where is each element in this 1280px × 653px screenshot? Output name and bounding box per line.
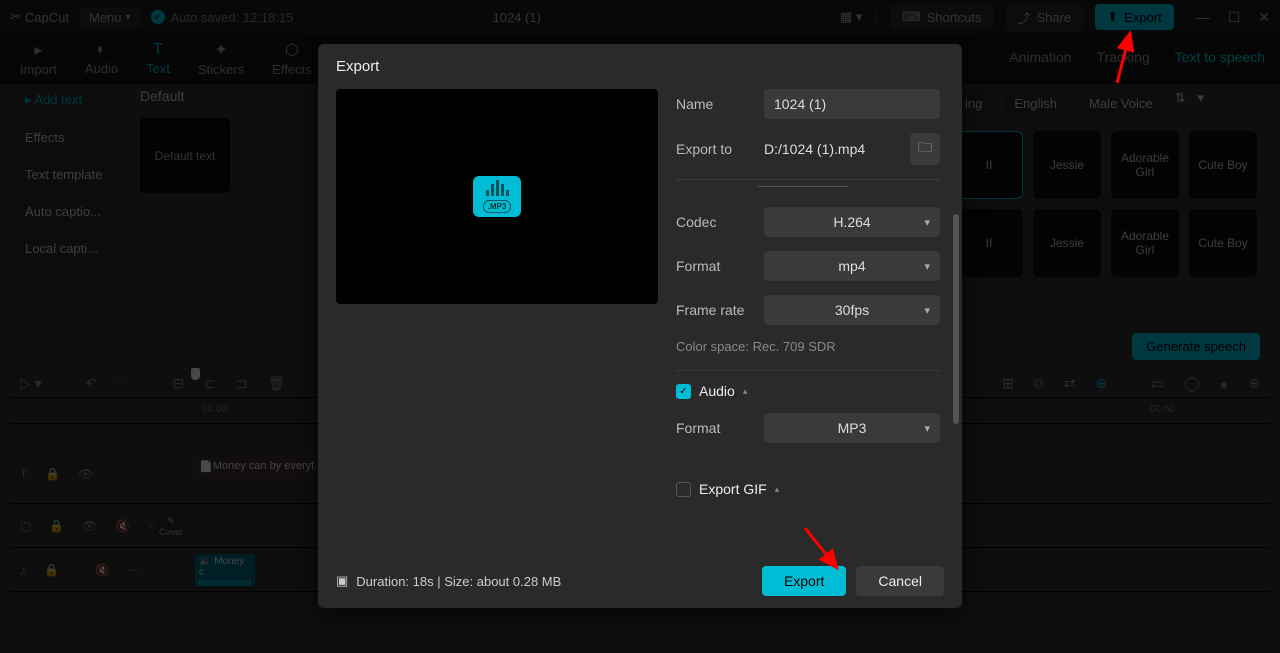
cancel-button[interactable]: Cancel [856, 566, 944, 596]
video-icon: ▣ [336, 573, 348, 589]
scrollbar[interactable] [953, 214, 959, 424]
modal-title: Export [318, 44, 962, 89]
chevron-down-icon: ▾ [924, 260, 930, 273]
chevron-down-icon: ▾ [924, 304, 930, 317]
collapse-icon: ▴ [743, 386, 748, 397]
label-codec: Codec [676, 214, 764, 230]
gif-section-head[interactable]: Export GIF ▴ [676, 481, 940, 497]
label-format: Format [676, 258, 764, 274]
export-modal: Export .MP3 Name 1024 (1) Export to D:/1… [318, 44, 962, 608]
mp3-icon: .MP3 [473, 176, 521, 217]
select-audio-format[interactable]: MP3▾ [764, 413, 940, 443]
label-exportto: Export to [676, 141, 764, 157]
folder-icon: 🗀 [918, 137, 932, 161]
export-info: ▣ Duration: 18s | Size: about 0.28 MB [336, 573, 752, 589]
label-name: Name [676, 96, 764, 112]
audio-section-head[interactable]: ✓ Audio ▴ [676, 383, 940, 399]
select-format[interactable]: mp4▾ [764, 251, 940, 281]
export-form: Name 1024 (1) Export to D:/1024 (1).mp4 … [676, 89, 944, 554]
label-fps: Frame rate [676, 302, 764, 318]
chevron-down-icon: ▾ [924, 216, 930, 229]
input-name[interactable]: 1024 (1) [764, 89, 940, 119]
label-audio-format: Format [676, 420, 764, 436]
audio-checkbox[interactable]: ✓ [676, 384, 691, 399]
browse-folder-button[interactable]: 🗀 [910, 133, 940, 165]
colorspace-text: Color space: Rec. 709 SDR [676, 339, 940, 354]
gif-checkbox[interactable] [676, 482, 691, 497]
export-preview: .MP3 [336, 89, 658, 304]
input-exportto: D:/1024 (1).mp4 [764, 134, 904, 164]
select-fps[interactable]: 30fps▾ [764, 295, 940, 325]
collapse-icon: ▴ [775, 484, 780, 495]
select-codec[interactable]: H.264▾ [764, 207, 940, 237]
chevron-down-icon: ▾ [924, 422, 930, 435]
export-confirm-button[interactable]: Export [762, 566, 846, 596]
